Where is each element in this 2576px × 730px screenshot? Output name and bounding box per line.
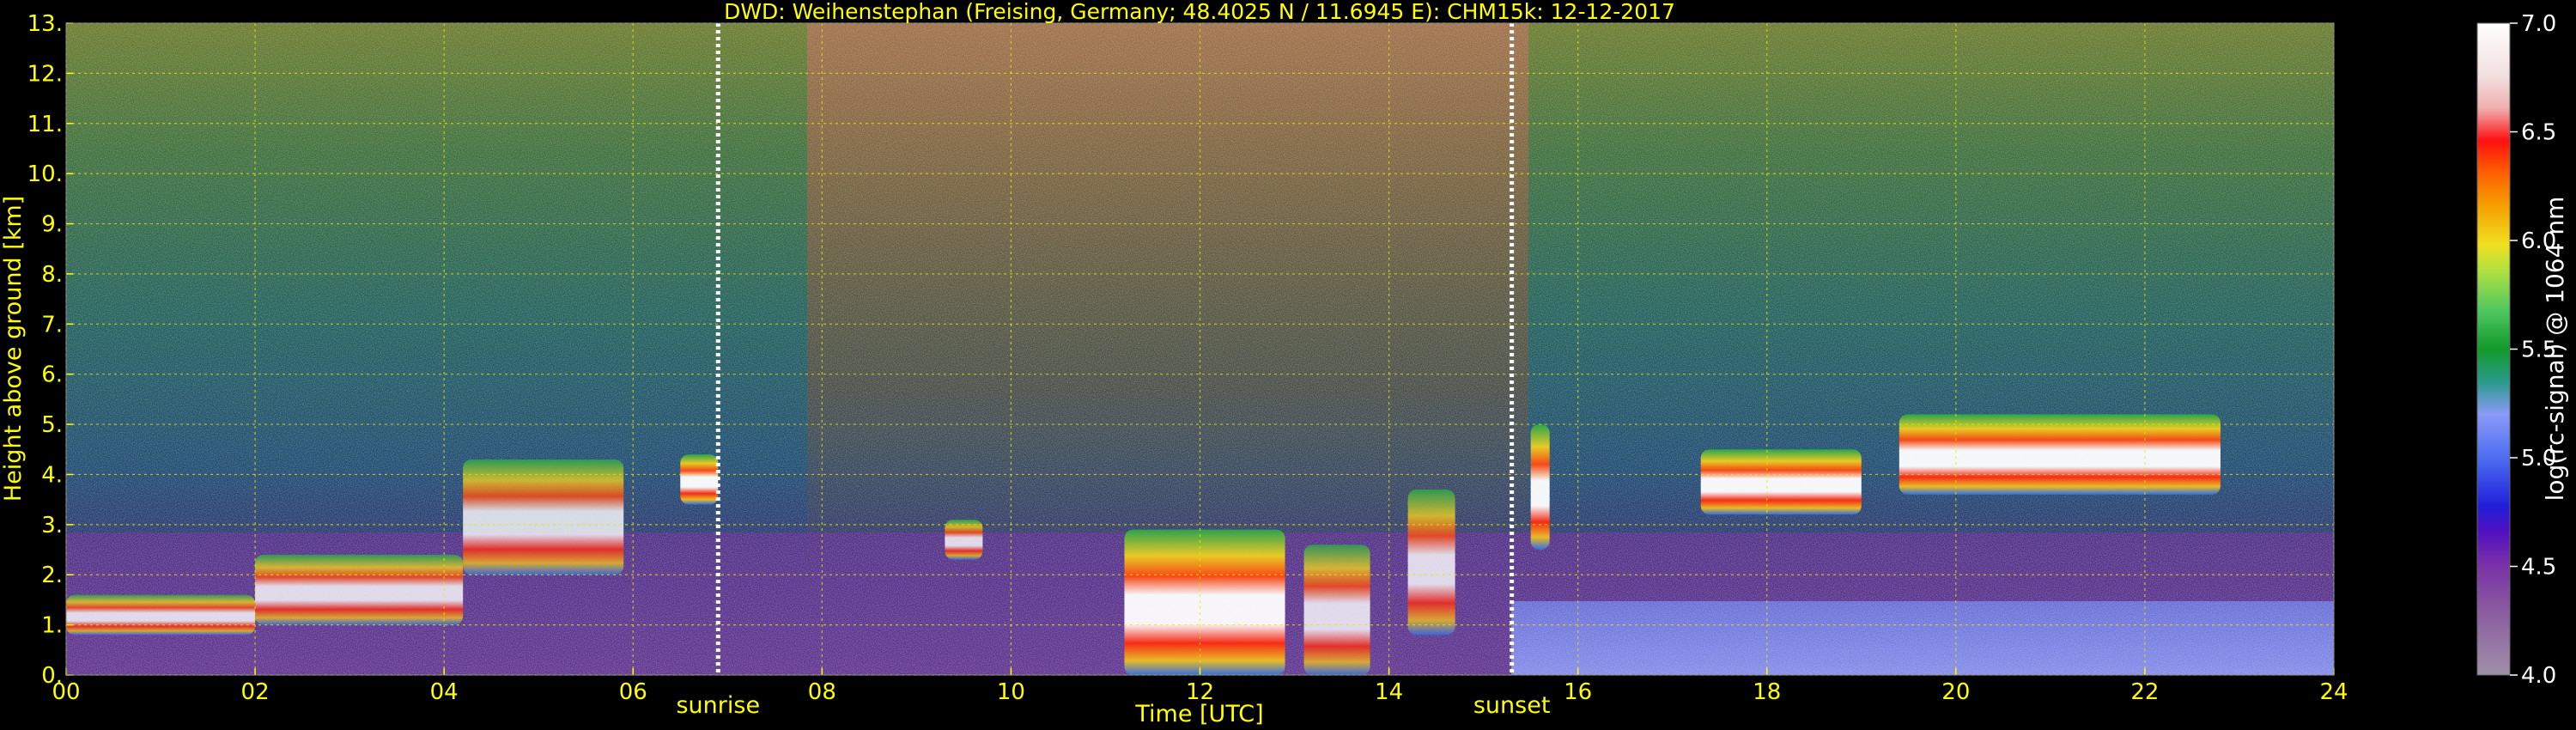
y-tick-label: 5. <box>41 412 63 438</box>
cloud-layer-2 <box>255 554 464 625</box>
cloud-layer-9 <box>1530 424 1550 551</box>
y-tick-label: 4. <box>41 462 63 488</box>
y-tick-label: 13. <box>27 11 63 37</box>
sunset-label: sunset <box>1473 692 1551 719</box>
cloud-layer-8 <box>1407 489 1455 636</box>
cloud-layer-7 <box>1303 544 1370 675</box>
cloud-layer-3 <box>463 459 624 575</box>
cloud-layer-10 <box>1700 449 1862 515</box>
colorbar: 4.04.55.05.56.06.57.0 log(rc-signal) @ 1… <box>2476 11 2569 689</box>
colorbar-gradient <box>2476 22 2511 676</box>
x-tick-label: 14 <box>1375 679 1403 705</box>
x-tick-label: 10 <box>997 679 1025 705</box>
y-tick-label: 10. <box>27 161 63 187</box>
cloud-layer-1 <box>66 594 256 636</box>
cloud-layer-11 <box>1899 414 2221 495</box>
colorbar-label: log(rc-signal) @ 1064 nm <box>2541 197 2569 502</box>
x-tick-label: 16 <box>1564 679 1592 705</box>
x-tick-label: 22 <box>2130 679 2159 705</box>
cloud-layer-4 <box>680 454 719 505</box>
colorbar-tick-label: 7.0 <box>2521 11 2556 37</box>
x-tick-label: 18 <box>1753 679 1781 705</box>
sunrise-label: sunrise <box>676 692 760 719</box>
chart-title: DWD: Weihenstephan (Freising, Germany; 4… <box>724 0 1675 24</box>
cloud-layer-6 <box>1124 529 1285 675</box>
y-tick-label: 8. <box>41 262 63 288</box>
y-tick-label: 0. <box>41 663 63 689</box>
y-tick-label: 2. <box>41 563 63 588</box>
colorbar-tick-label: 4.0 <box>2521 663 2556 689</box>
cloud-layer-5 <box>945 520 983 560</box>
y-axis-label: Height above ground [km] <box>0 196 27 502</box>
x-tick-label: 24 <box>2319 679 2348 705</box>
x-tick-label: 20 <box>1941 679 1970 705</box>
chart-svg: sunrise sunset 00 02 04 06 08 10 12 14 16 18 20 22 24… <box>0 0 2569 727</box>
y-tick-label: 6. <box>41 362 63 388</box>
y-tick-label: 9. <box>41 212 63 238</box>
y-tick-label: 11. <box>27 112 63 137</box>
colorbar-tick-label: 6.5 <box>2521 120 2556 146</box>
y-tick-label: 7. <box>41 312 63 338</box>
y-tick-label: 1. <box>41 613 63 639</box>
y-tick-label: 3. <box>41 513 63 538</box>
x-tick-label: 06 <box>619 679 647 705</box>
x-tick-label: 08 <box>808 679 836 705</box>
colorbar-tick-label: 4.5 <box>2521 555 2556 581</box>
x-tick-label: 02 <box>241 679 270 705</box>
y-tick-label: 12. <box>27 61 63 87</box>
ceilometer-figure: sunrise sunset 00 02 04 06 08 10 12 14 16 18 20 22 24… <box>0 0 2576 730</box>
x-axis-label: Time [UTC] <box>1134 701 1263 727</box>
x-tick-label: 04 <box>430 679 459 705</box>
